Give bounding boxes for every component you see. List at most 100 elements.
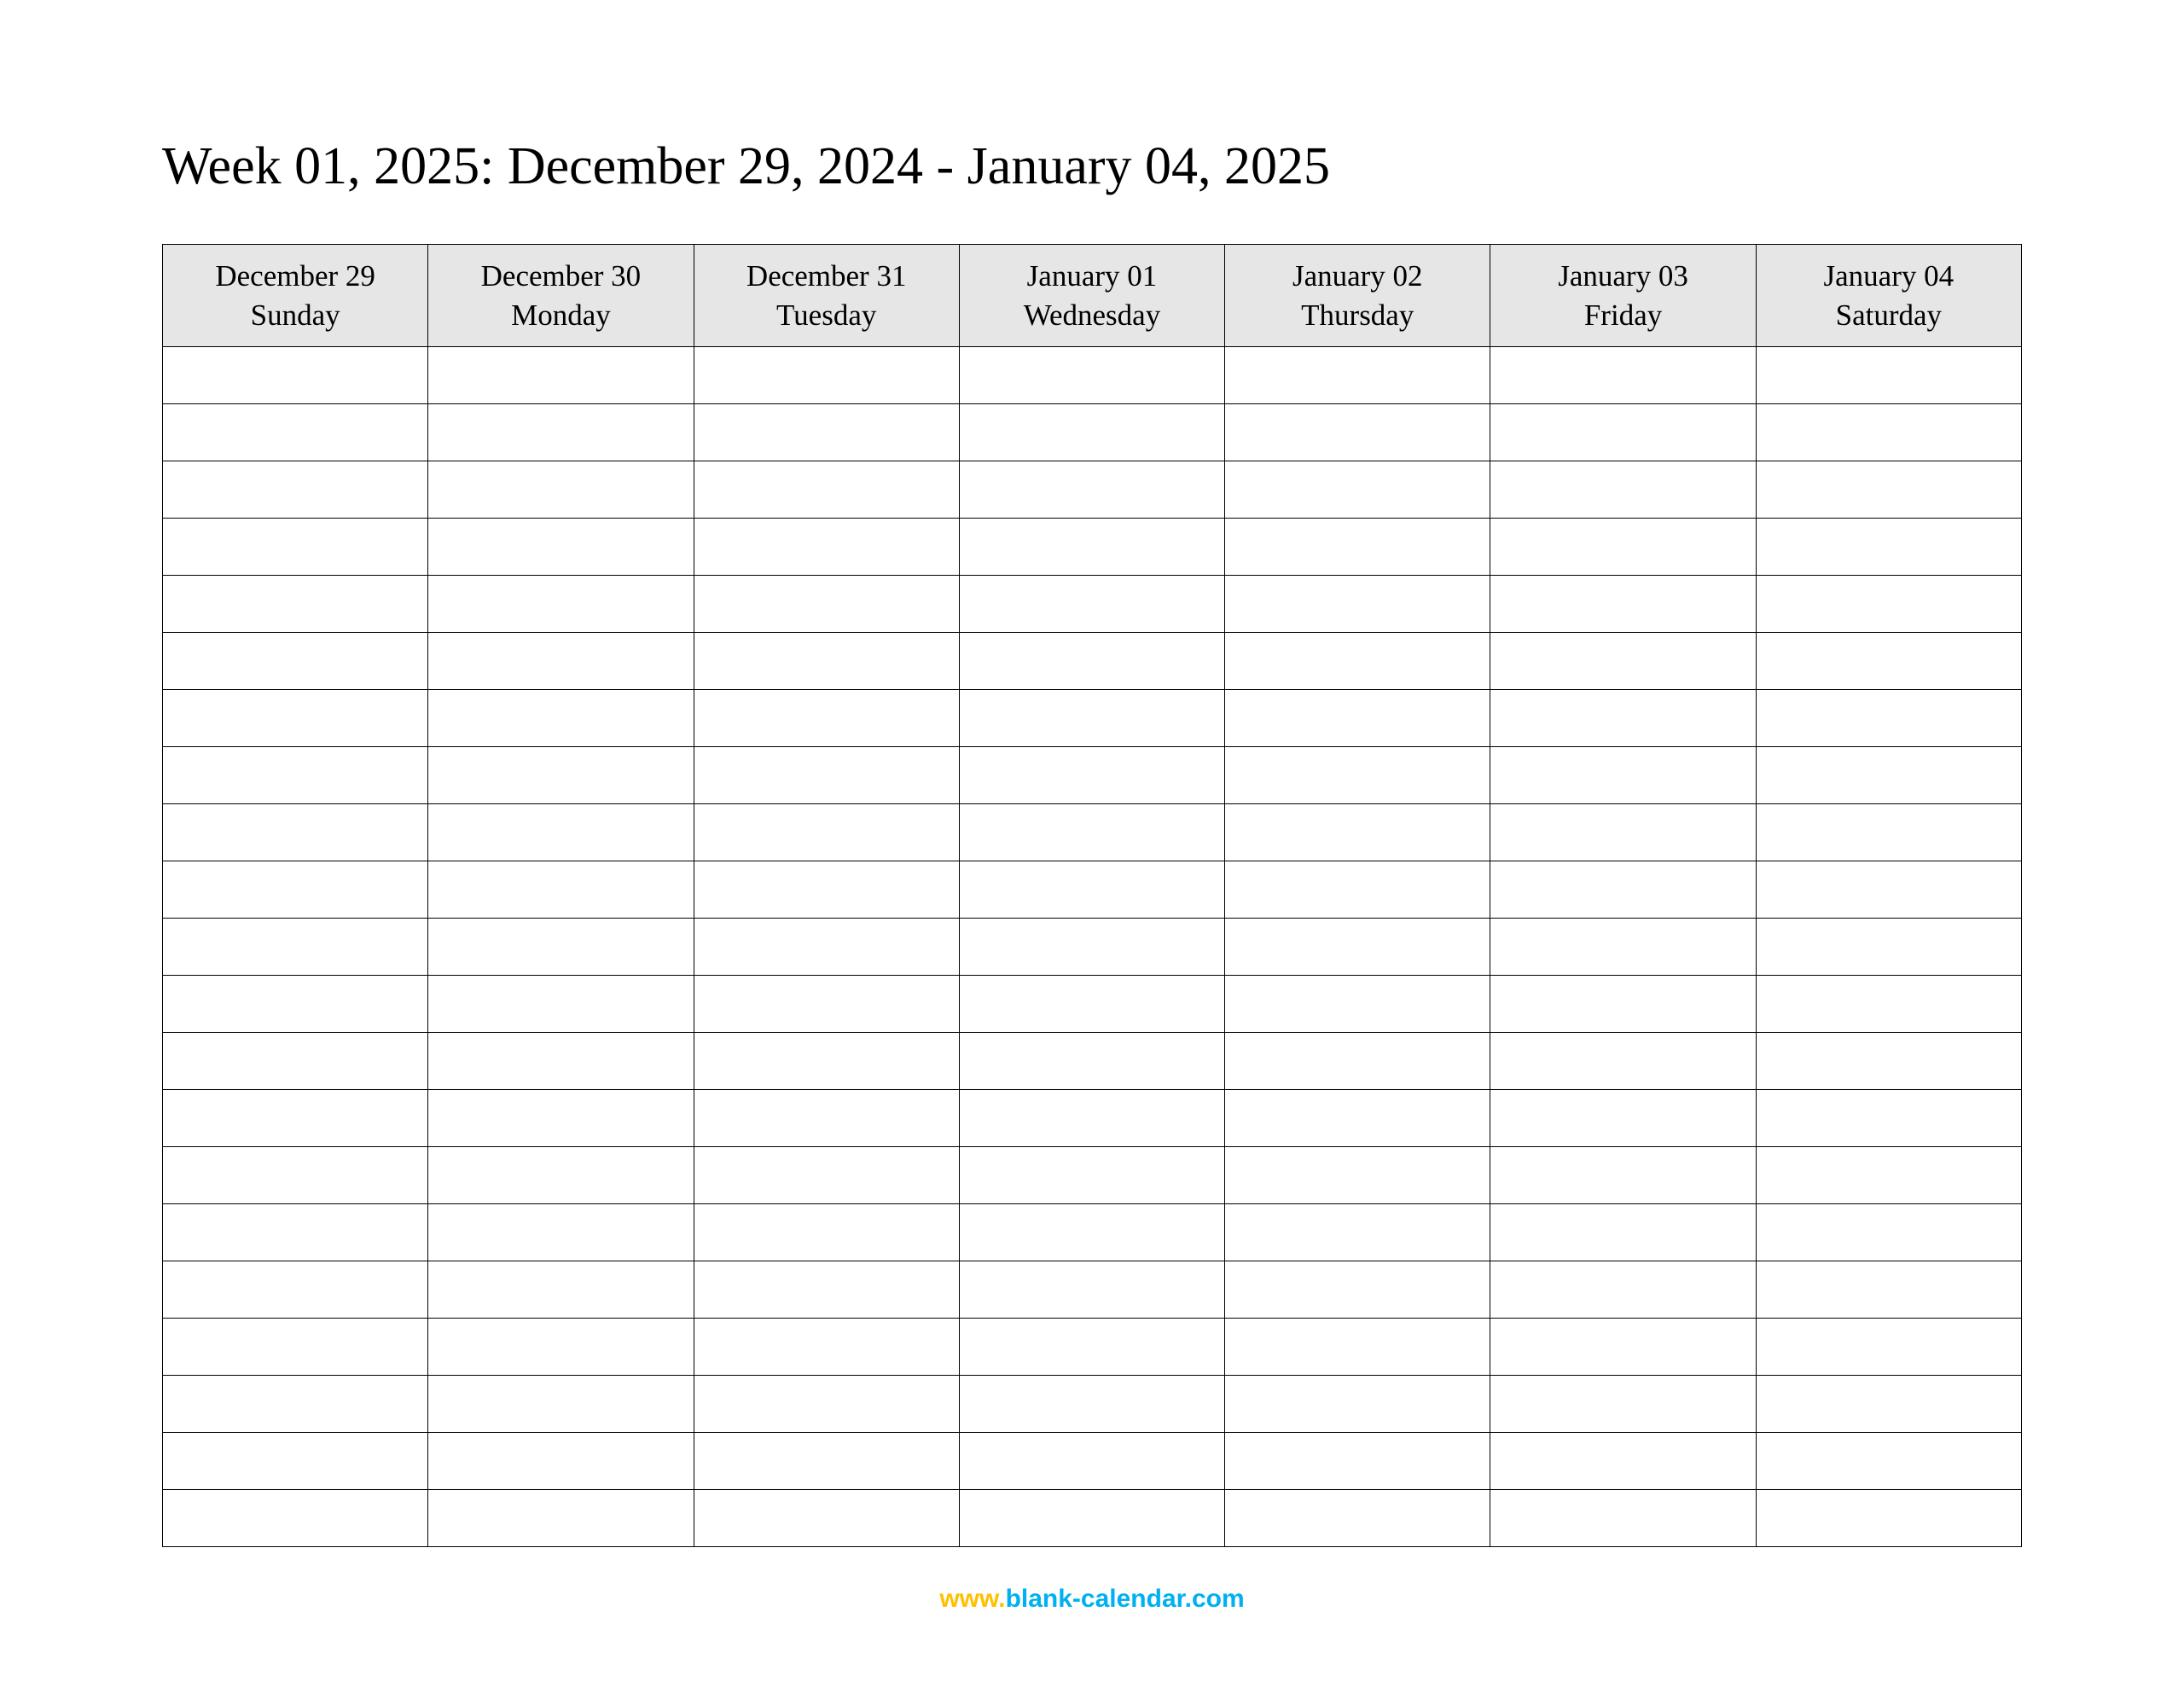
calendar-cell[interactable] [1756, 519, 2021, 576]
calendar-cell[interactable] [1756, 919, 2021, 976]
calendar-cell[interactable] [428, 1147, 694, 1204]
calendar-cell[interactable] [959, 919, 1224, 976]
calendar-cell[interactable] [1490, 1319, 1756, 1376]
calendar-cell[interactable] [694, 1147, 959, 1204]
calendar-cell[interactable] [1490, 1147, 1756, 1204]
calendar-cell[interactable] [1225, 861, 1490, 919]
calendar-cell[interactable] [428, 404, 694, 461]
calendar-cell[interactable] [163, 1261, 428, 1319]
calendar-cell[interactable] [1225, 1376, 1490, 1433]
calendar-cell[interactable] [1756, 1433, 2021, 1490]
calendar-cell[interactable] [1225, 747, 1490, 804]
calendar-cell[interactable] [1490, 1433, 1756, 1490]
calendar-cell[interactable] [163, 1147, 428, 1204]
calendar-cell[interactable] [163, 1490, 428, 1547]
calendar-cell[interactable] [428, 1090, 694, 1147]
calendar-cell[interactable] [694, 1204, 959, 1261]
calendar-cell[interactable] [694, 576, 959, 633]
calendar-cell[interactable] [1756, 804, 2021, 861]
calendar-cell[interactable] [959, 804, 1224, 861]
calendar-cell[interactable] [163, 976, 428, 1033]
calendar-cell[interactable] [428, 1490, 694, 1547]
calendar-cell[interactable] [428, 1376, 694, 1433]
calendar-cell[interactable] [163, 747, 428, 804]
calendar-cell[interactable] [959, 1204, 1224, 1261]
calendar-cell[interactable] [694, 1490, 959, 1547]
calendar-cell[interactable] [1225, 519, 1490, 576]
calendar-cell[interactable] [1225, 1490, 1490, 1547]
calendar-cell[interactable] [1490, 861, 1756, 919]
calendar-cell[interactable] [1490, 404, 1756, 461]
calendar-cell[interactable] [163, 404, 428, 461]
calendar-cell[interactable] [694, 633, 959, 690]
calendar-cell[interactable] [1490, 690, 1756, 747]
calendar-cell[interactable] [428, 1033, 694, 1090]
calendar-cell[interactable] [428, 633, 694, 690]
calendar-cell[interactable] [694, 1090, 959, 1147]
calendar-cell[interactable] [959, 576, 1224, 633]
calendar-cell[interactable] [428, 690, 694, 747]
calendar-cell[interactable] [428, 347, 694, 404]
calendar-cell[interactable] [694, 690, 959, 747]
calendar-cell[interactable] [428, 461, 694, 519]
calendar-cell[interactable] [1225, 690, 1490, 747]
calendar-cell[interactable] [1225, 1147, 1490, 1204]
calendar-cell[interactable] [428, 976, 694, 1033]
calendar-cell[interactable] [959, 861, 1224, 919]
calendar-cell[interactable] [163, 804, 428, 861]
calendar-cell[interactable] [959, 690, 1224, 747]
calendar-cell[interactable] [959, 1090, 1224, 1147]
calendar-cell[interactable] [1225, 1433, 1490, 1490]
calendar-cell[interactable] [1225, 404, 1490, 461]
calendar-cell[interactable] [959, 404, 1224, 461]
calendar-cell[interactable] [694, 1033, 959, 1090]
calendar-cell[interactable] [959, 1376, 1224, 1433]
calendar-cell[interactable] [1225, 1033, 1490, 1090]
calendar-cell[interactable] [1225, 919, 1490, 976]
calendar-cell[interactable] [1490, 1204, 1756, 1261]
calendar-cell[interactable] [1225, 1261, 1490, 1319]
calendar-cell[interactable] [1225, 633, 1490, 690]
calendar-cell[interactable] [1225, 1319, 1490, 1376]
calendar-cell[interactable] [694, 976, 959, 1033]
calendar-cell[interactable] [1756, 861, 2021, 919]
calendar-cell[interactable] [959, 1033, 1224, 1090]
calendar-cell[interactable] [163, 1090, 428, 1147]
calendar-cell[interactable] [1225, 576, 1490, 633]
calendar-cell[interactable] [428, 1261, 694, 1319]
calendar-cell[interactable] [694, 519, 959, 576]
calendar-cell[interactable] [1490, 347, 1756, 404]
calendar-cell[interactable] [163, 461, 428, 519]
calendar-cell[interactable] [1490, 919, 1756, 976]
calendar-cell[interactable] [1756, 1376, 2021, 1433]
calendar-cell[interactable] [163, 1033, 428, 1090]
calendar-cell[interactable] [428, 1433, 694, 1490]
calendar-cell[interactable] [1490, 747, 1756, 804]
calendar-cell[interactable] [959, 1490, 1224, 1547]
calendar-cell[interactable] [1756, 461, 2021, 519]
calendar-cell[interactable] [1756, 576, 2021, 633]
calendar-cell[interactable] [1490, 461, 1756, 519]
calendar-cell[interactable] [163, 861, 428, 919]
calendar-cell[interactable] [959, 1433, 1224, 1490]
calendar-cell[interactable] [428, 519, 694, 576]
calendar-cell[interactable] [959, 1319, 1224, 1376]
calendar-cell[interactable] [1756, 1033, 2021, 1090]
calendar-cell[interactable] [959, 519, 1224, 576]
calendar-cell[interactable] [1756, 1090, 2021, 1147]
calendar-cell[interactable] [1225, 1204, 1490, 1261]
calendar-cell[interactable] [1756, 347, 2021, 404]
calendar-cell[interactable] [1225, 1090, 1490, 1147]
calendar-cell[interactable] [1490, 1376, 1756, 1433]
calendar-cell[interactable] [163, 347, 428, 404]
calendar-cell[interactable] [1490, 1033, 1756, 1090]
calendar-cell[interactable] [1756, 404, 2021, 461]
calendar-cell[interactable] [163, 1376, 428, 1433]
calendar-cell[interactable] [163, 1433, 428, 1490]
calendar-cell[interactable] [694, 1261, 959, 1319]
calendar-cell[interactable] [1756, 690, 2021, 747]
calendar-cell[interactable] [1490, 633, 1756, 690]
calendar-cell[interactable] [694, 1433, 959, 1490]
calendar-cell[interactable] [1225, 461, 1490, 519]
calendar-cell[interactable] [1756, 1261, 2021, 1319]
